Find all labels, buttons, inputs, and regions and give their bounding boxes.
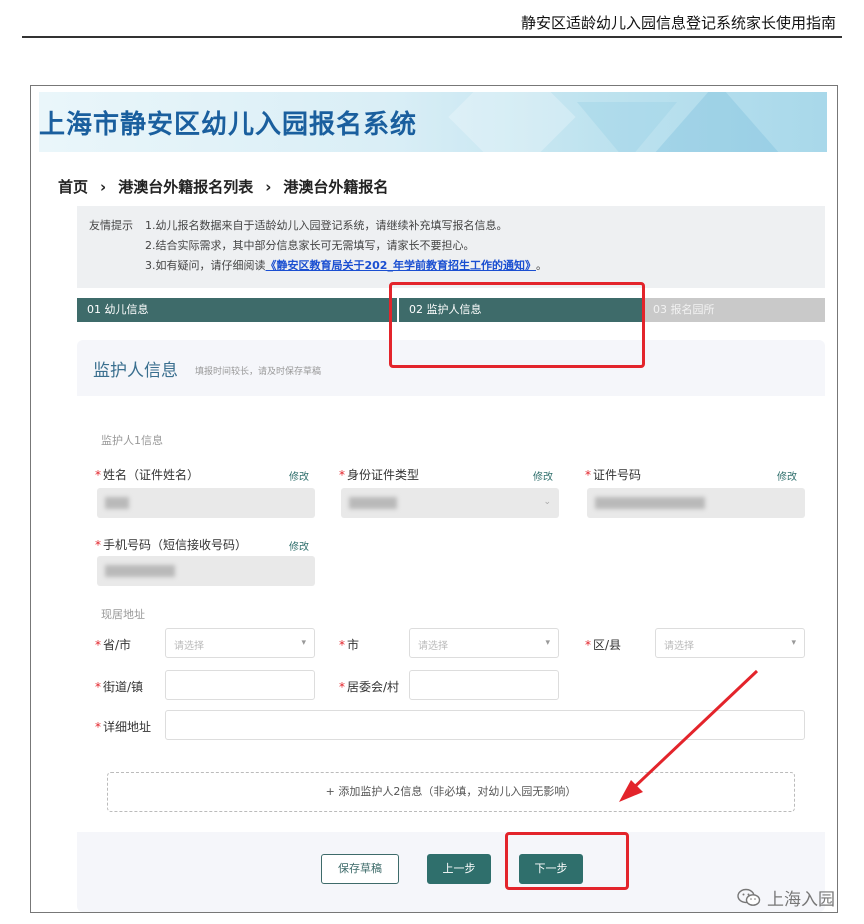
red-arrow-icon xyxy=(619,669,759,802)
document-header-title: 静安区适龄幼儿入园信息登记系统家长使用指南 xyxy=(520,14,836,32)
watermark-text: 上海入园 xyxy=(767,890,835,910)
screenshot-frame: 上海市静安区幼儿入园报名系统 首页 › 港澳台外籍报名列表 › 港澳台外籍报名 … xyxy=(30,85,838,913)
document-header: 静安区适龄幼儿入园信息登记系统家长使用指南 xyxy=(22,12,842,38)
watermark: 上海入园 xyxy=(737,885,835,910)
wechat-icon xyxy=(737,888,761,906)
